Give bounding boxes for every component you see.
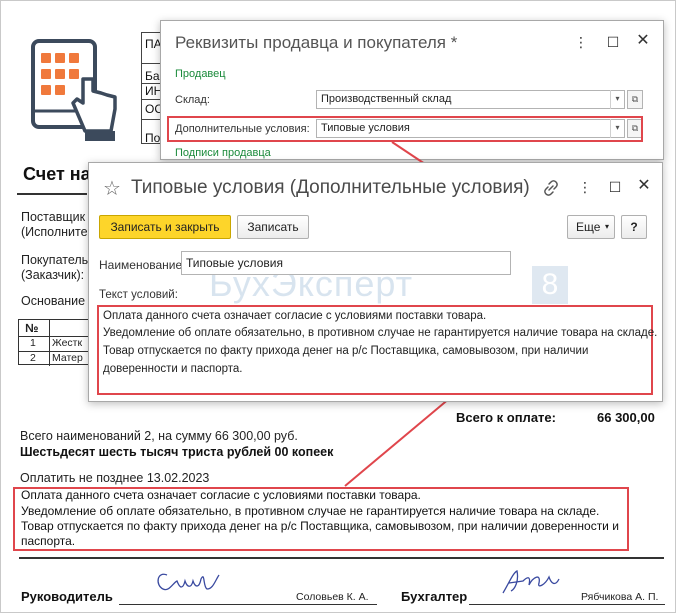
terms-text-line: Уведомление об оплате обязательно, в про… — [103, 327, 658, 339]
more-menu-label: Еще — [576, 220, 601, 234]
more-menu-button[interactable]: Еще ▾ — [567, 215, 615, 239]
close-icon[interactable]: ✕ — [635, 33, 651, 49]
close-icon[interactable]: ✕ — [636, 178, 652, 194]
accountant-signature-line — [469, 604, 665, 605]
maximize-icon[interactable]: ☐ — [605, 34, 621, 50]
signature-divider — [19, 557, 664, 559]
table-row-name: Матер — [52, 352, 83, 364]
seller-section-label: Продавец — [175, 68, 226, 80]
header-cell: По — [145, 131, 161, 145]
maximize-icon[interactable]: ☐ — [607, 179, 623, 195]
more-vertical-icon[interactable]: ⋮ — [573, 34, 589, 50]
table-row-number: 2 — [30, 352, 36, 364]
invoice-terms-line: Оплата данного счета означает согласие с… — [21, 488, 421, 502]
accountant-signature-label: Бухгалтер — [401, 589, 468, 604]
accountant-name: Рябчикова А. П. — [581, 591, 659, 603]
invoice-terms-line: Уведомление об оплате обязательно, в про… — [21, 504, 600, 518]
items-table-header: № — [25, 321, 39, 335]
head-name: Соловьев К. А. — [296, 591, 369, 603]
buyer-label: Покупатель — [21, 253, 89, 267]
terms-text-line: доверенности и паспорта. — [103, 363, 243, 375]
name-input[interactable]: Типовые условия — [181, 251, 511, 275]
table-row-name: Жестк — [52, 337, 83, 349]
head-signature-label: Руководитель — [21, 589, 113, 604]
typical-terms-dialog: ☆ Типовые условия (Дополнительные услови… — [88, 162, 663, 402]
extra-terms-highlight — [167, 116, 643, 142]
tablet-touch-icon — [31, 39, 117, 141]
invoice-terms-line: Товар отпускается по факту прихода денег… — [21, 519, 619, 533]
warehouse-value: Производственный склад — [321, 93, 452, 105]
warehouse-field[interactable]: Производственный склад — [316, 90, 625, 109]
warehouse-label: Склад: — [175, 94, 210, 106]
items-summary: Всего наименований 2, на сумму 66 300,00… — [20, 429, 298, 443]
buyer-label: (Заказчик): — [21, 268, 85, 282]
total-value: 66 300,00 — [597, 410, 655, 425]
dialog-title: Типовые условия (Дополнительные условия) — [131, 177, 530, 198]
terms-text-line: Товар отпускается по факту прихода денег… — [103, 345, 589, 357]
help-button[interactable]: ? — [621, 215, 647, 239]
head-signature-line — [119, 604, 377, 605]
title-divider — [17, 193, 87, 195]
total-label: Всего к оплате: — [456, 410, 556, 425]
seller-signatures-label[interactable]: Подписи продавца — [175, 147, 271, 159]
invoice-terms-line: паспорта. — [21, 534, 76, 548]
pay-by-date: Оплатить не позднее 13.02.2023 — [20, 471, 210, 485]
link-icon[interactable] — [542, 179, 560, 197]
save-button[interactable]: Записать — [237, 215, 309, 239]
name-label: Наименование: — [99, 258, 186, 272]
name-value: Типовые условия — [186, 256, 283, 270]
header-cell: Ба — [145, 69, 160, 83]
table-row-number: 1 — [30, 337, 36, 349]
dialog-title: Реквизиты продавца и покупателя * — [175, 33, 458, 52]
supplier-label: (Исполните — [21, 225, 88, 239]
chevron-down-icon[interactable]: ▾ — [610, 90, 624, 109]
terms-textarea[interactable]: Оплата данного счета означает согласие с… — [97, 305, 657, 395]
save-and-close-button[interactable]: Записать и закрыть — [99, 215, 231, 239]
terms-text-label: Текст условий: — [99, 289, 178, 301]
amount-in-words: Шестьдесят шесть тысяч триста рублей 00 … — [20, 445, 334, 459]
supplier-label: Поставщик — [21, 210, 86, 224]
accountant-signature-scribble — [502, 570, 560, 594]
terms-text-line: Оплата данного счета означает согласие с… — [103, 310, 487, 322]
watermark-badge: 8 — [532, 266, 568, 304]
chevron-down-icon: ▾ — [604, 222, 609, 231]
head-signature-scribble — [157, 573, 220, 591]
basis-label: Основание — [21, 294, 86, 308]
more-vertical-icon[interactable]: ⋮ — [577, 179, 593, 195]
star-icon[interactable]: ☆ — [103, 176, 121, 201]
invoice-title: Счет на — [23, 164, 91, 184]
open-link-icon[interactable]: ⧉ — [627, 90, 643, 109]
